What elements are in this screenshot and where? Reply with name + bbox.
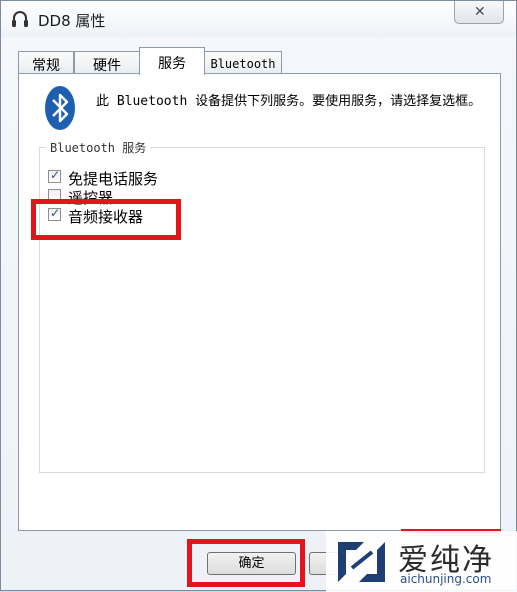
tab-services[interactable]: 服务: [139, 47, 205, 75]
services-description: 此 Bluetooth 设备提供下列服务。要使用服务，请选择复选框。: [96, 94, 482, 109]
headset-icon: [12, 11, 28, 27]
handsfree-checkbox[interactable]: ✓: [48, 168, 61, 183]
bluetooth-icon: [45, 86, 75, 130]
close-icon: ✕: [474, 4, 486, 20]
watermark: 爱纯净 aichunjing.com: [326, 531, 517, 592]
tab-hardware[interactable]: 硬件: [74, 51, 140, 75]
properties-dialog: DD8 属性 ✕ 常规 硬件 服务 Bluetooth 此 Bluetooth …: [0, 0, 517, 592]
watermark-url: aichunjing.com: [400, 572, 492, 586]
bluetooth-services-group: Bluetooth 服务 ✓ 免提电话服务 遥控器 ✓ 音频接收器: [39, 139, 485, 473]
title-bar[interactable]: DD8 属性 ✕: [1, 1, 516, 37]
tab-general[interactable]: 常规: [18, 51, 74, 75]
highlight-box-service: [31, 199, 181, 240]
window-title: DD8 属性: [38, 12, 106, 30]
service-label: 免提电话服务: [68, 170, 159, 188]
close-button[interactable]: ✕: [454, 1, 504, 24]
checkmark-icon: ✓: [50, 168, 61, 182]
watermark-logo-icon: [338, 542, 385, 582]
services-panel: 此 Bluetooth 设备提供下列服务。要使用服务，请选择复选框。 Bluet…: [18, 73, 501, 531]
tab-bluetooth[interactable]: Bluetooth: [204, 51, 282, 75]
highlight-box-ok: [187, 539, 305, 587]
group-title: Bluetooth 服务: [46, 139, 151, 156]
